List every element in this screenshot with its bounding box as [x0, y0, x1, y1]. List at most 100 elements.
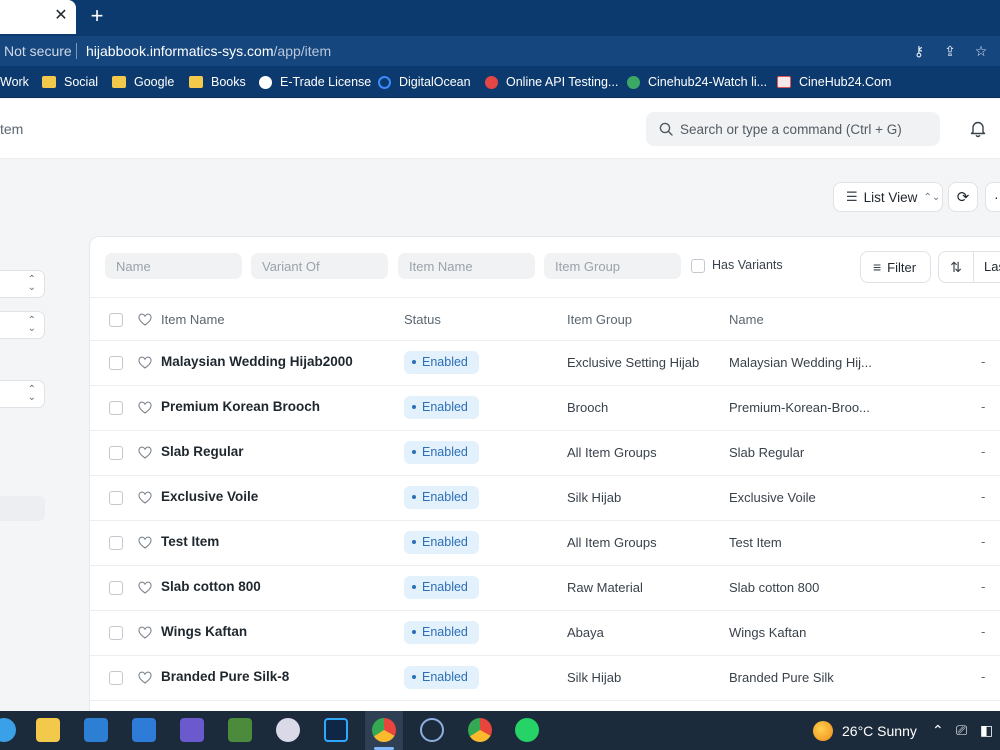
- bookmark-social[interactable]: Social: [42, 75, 98, 89]
- item-name-link[interactable]: Premium Korean Brooch: [161, 399, 320, 414]
- row-checkbox[interactable]: [109, 446, 123, 460]
- heart-icon[interactable]: [138, 536, 152, 550]
- app-icon[interactable]: [420, 718, 444, 742]
- url-text[interactable]: hijabbook.informatics-sys.com/app/item: [86, 43, 331, 59]
- filter-button[interactable]: ≡ Filter: [860, 251, 931, 283]
- status-badge: Enabled: [404, 621, 479, 644]
- item-group-filter-input[interactable]: [544, 253, 681, 279]
- network-icon[interactable]: ⎚: [956, 722, 967, 739]
- heart-icon[interactable]: [138, 626, 152, 640]
- heart-icon[interactable]: [138, 356, 152, 370]
- name-cell: Premium-Korean-Broo...: [729, 400, 870, 415]
- column-header-item-group[interactable]: Item Group: [567, 312, 632, 327]
- table-row[interactable]: Test Item Enabled All Item Groups Test I…: [90, 521, 1000, 566]
- bookmark-online-api-testing[interactable]: Online API Testing...: [485, 75, 618, 89]
- heart-icon[interactable]: [138, 313, 152, 327]
- heart-icon[interactable]: [138, 446, 152, 460]
- speaker-icon[interactable]: ◧: [980, 722, 993, 739]
- close-tab-icon[interactable]: ✕: [52, 7, 70, 25]
- row-checkbox[interactable]: [109, 491, 123, 505]
- heart-icon[interactable]: [138, 671, 152, 685]
- row-checkbox[interactable]: [109, 401, 123, 415]
- store-icon[interactable]: [84, 718, 108, 742]
- extra-cell: -: [981, 579, 986, 594]
- sort-order-button[interactable]: ⇅: [938, 251, 974, 283]
- sidebar-item[interactable]: [0, 496, 45, 521]
- sun-icon[interactable]: [813, 721, 833, 741]
- bookmark-cinehub24-watch[interactable]: Cinehub24-Watch li...: [627, 75, 767, 89]
- table-row[interactable]: Premium Korean Brooch Enabled Brooch Pre…: [90, 386, 1000, 431]
- list-view-switcher[interactable]: ☰ List View ⌃⌄: [833, 182, 943, 212]
- browser-tab-active[interactable]: ✕: [0, 0, 76, 34]
- name-filter-input[interactable]: [105, 253, 242, 279]
- bookmark-cinehub24-com[interactable]: CineHub24.Com: [777, 75, 891, 89]
- item-name-link[interactable]: Slab Regular: [161, 444, 244, 459]
- chevron-up-icon[interactable]: ⌃: [932, 722, 944, 739]
- chrome-icon[interactable]: [372, 718, 396, 742]
- sidebar-dropdown[interactable]: ⌃ ⌄: [0, 311, 45, 339]
- select-all-checkbox[interactable]: [109, 313, 123, 327]
- table-row[interactable]: Branded Pure Silk-8 Enabled Silk Hijab B…: [90, 656, 1000, 701]
- heart-icon[interactable]: [138, 491, 152, 505]
- omnibox[interactable]: Not secure hijabbook.informatics-sys.com…: [0, 36, 1000, 66]
- heart-icon[interactable]: [138, 581, 152, 595]
- column-header-status[interactable]: Status: [404, 312, 441, 327]
- item-name-link[interactable]: Exclusive Voile: [161, 489, 258, 504]
- table-row[interactable]: Slab cotton 800 Enabled Raw Material Sla…: [90, 566, 1000, 611]
- item-name-link[interactable]: Wings Kaftan: [161, 624, 247, 639]
- column-header-item-name[interactable]: Item Name: [161, 312, 225, 327]
- table-row[interactable]: Exclusive Voile Enabled Silk Hijab Exclu…: [90, 476, 1000, 521]
- sidebar-dropdown[interactable]: ⌃ ⌄: [0, 380, 45, 408]
- share-icon[interactable]: ⇪: [941, 42, 959, 60]
- sort-field-button[interactable]: Las: [974, 251, 1000, 283]
- app-icon[interactable]: [276, 718, 300, 742]
- start-icon[interactable]: [0, 718, 16, 742]
- row-checkbox[interactable]: [109, 671, 123, 685]
- table-row[interactable]: Slab Regular Enabled All Item Groups Sla…: [90, 431, 1000, 476]
- item-name-link[interactable]: Malaysian Wedding Hijab2000: [161, 354, 353, 369]
- column-header-name[interactable]: Name: [729, 312, 764, 327]
- item-name-link[interactable]: Slab cotton 800: [161, 579, 261, 594]
- row-checkbox[interactable]: [109, 581, 123, 595]
- star-icon[interactable]: ☆: [972, 42, 990, 60]
- network-tool-icon[interactable]: [180, 718, 204, 742]
- search-input[interactable]: [680, 112, 930, 146]
- whatsapp-icon[interactable]: [515, 718, 539, 742]
- weather-widget[interactable]: 26°C Sunny: [842, 723, 917, 739]
- more-actions-button[interactable]: ···: [985, 182, 1000, 212]
- key-icon[interactable]: ⚷: [910, 42, 928, 60]
- folder-icon: [189, 76, 203, 88]
- sidebar-dropdown[interactable]: ⌃ ⌄: [0, 270, 45, 298]
- security-indicator[interactable]: Not secure: [4, 43, 72, 59]
- item-name-filter-input[interactable]: [398, 253, 535, 279]
- variant-of-filter-input[interactable]: [251, 253, 388, 279]
- chrome-profile-icon[interactable]: [468, 718, 492, 742]
- notification-bell-icon[interactable]: [968, 119, 988, 139]
- breadcrumb[interactable]: tem: [0, 121, 23, 137]
- has-variants-checkbox[interactable]: [691, 259, 705, 273]
- item-name-link[interactable]: Test Item: [161, 534, 219, 549]
- item-group-cell: All Item Groups: [567, 535, 657, 550]
- row-checkbox[interactable]: [109, 356, 123, 370]
- file-explorer-icon[interactable]: [36, 718, 60, 742]
- mail-icon[interactable]: [132, 718, 156, 742]
- bookmark-digitalocean[interactable]: DigitalOcean: [378, 75, 471, 89]
- table-row[interactable]: Wings Kaftan Enabled Abaya Wings Kaftan …: [90, 611, 1000, 656]
- status-text: Enabled: [422, 535, 468, 549]
- photoshop-icon[interactable]: [324, 718, 348, 742]
- bookmark-work[interactable]: Work: [0, 75, 29, 89]
- refresh-button[interactable]: ⟳: [948, 182, 978, 212]
- name-cell: Branded Pure Silk: [729, 670, 834, 685]
- bookmark-google[interactable]: Google: [112, 75, 174, 89]
- item-name-link[interactable]: Branded Pure Silk-8: [161, 669, 289, 684]
- table-row[interactable]: Malaysian Wedding Hijab2000 Enabled Excl…: [90, 341, 1000, 386]
- bookmark-e-trade-license[interactable]: E-Trade License: [259, 75, 371, 89]
- app-icon[interactable]: [228, 718, 252, 742]
- row-checkbox[interactable]: [109, 626, 123, 640]
- heart-icon[interactable]: [138, 401, 152, 415]
- row-checkbox[interactable]: [109, 536, 123, 550]
- name-cell: Exclusive Voile: [729, 490, 816, 505]
- bookmark-books[interactable]: Books: [189, 75, 246, 89]
- new-tab-button[interactable]: +: [86, 4, 108, 28]
- awesome-bar[interactable]: [646, 112, 940, 146]
